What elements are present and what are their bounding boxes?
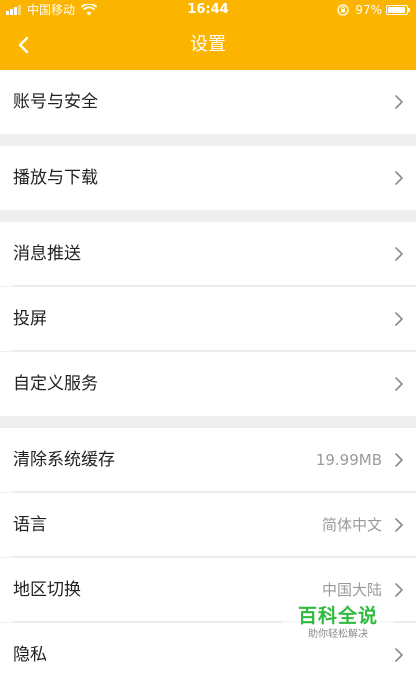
watermark-logo: 百科全说 助你轻松解决 <box>282 604 394 648</box>
rotation-lock-icon <box>337 4 349 16</box>
settings-item-label: 隐私 <box>13 645 47 665</box>
watermark-title: 百科全说 <box>297 605 378 627</box>
row-divider <box>13 350 416 351</box>
chevron-right-icon <box>395 648 403 662</box>
settings-item-label: 消息推送 <box>13 244 81 264</box>
settings-item-account-security[interactable]: 账号与安全 <box>0 70 416 134</box>
status-bar: 中国移动 16:44 97% <box>0 0 416 20</box>
page-title: 设置 <box>190 34 226 55</box>
battery-percent: 97% <box>355 3 382 17</box>
navigation-bar: 设置 <box>0 20 416 70</box>
settings-item-label: 播放与下载 <box>13 168 98 188</box>
chevron-right-icon <box>395 377 403 391</box>
chevron-right-icon <box>395 518 403 532</box>
chevron-right-icon <box>395 312 403 326</box>
settings-item-clear-cache[interactable]: 清除系统缓存 19.99MB <box>0 428 416 492</box>
settings-item-language[interactable]: 语言 简体中文 <box>0 493 416 557</box>
chevron-right-icon <box>395 171 403 185</box>
row-divider <box>13 285 416 286</box>
row-divider <box>13 491 416 492</box>
settings-item-play-download[interactable]: 播放与下载 <box>0 146 416 210</box>
settings-item-label: 语言 <box>13 515 47 535</box>
chevron-right-icon <box>395 453 403 467</box>
settings-item-push-notifications[interactable]: 消息推送 <box>0 222 416 286</box>
row-divider <box>13 556 416 557</box>
language-value: 简体中文 <box>321 516 382 534</box>
chevron-right-icon <box>395 247 403 261</box>
battery-level-fill <box>388 7 405 13</box>
settings-item-screen-cast[interactable]: 投屏 <box>0 287 416 351</box>
battery-icon <box>386 5 410 15</box>
settings-item-custom-services[interactable]: 自定义服务 <box>0 352 416 416</box>
settings-item-label: 地区切换 <box>13 580 81 600</box>
settings-item-label: 自定义服务 <box>13 374 98 394</box>
watermark-subtitle: 助你轻松解决 <box>308 629 368 640</box>
settings-item-label: 投屏 <box>13 309 47 329</box>
status-right: 97% <box>337 2 410 18</box>
chevron-right-icon <box>395 95 403 109</box>
cache-size-value: 19.99MB <box>315 451 382 469</box>
chevron-right-icon <box>395 583 403 597</box>
settings-item-label: 账号与安全 <box>13 92 98 112</box>
settings-item-label: 清除系统缓存 <box>13 450 115 470</box>
settings-screen: 中国移动 16:44 97% 设置 账号与安全 播放与下载 消息推送 投屏 自定… <box>0 0 416 674</box>
